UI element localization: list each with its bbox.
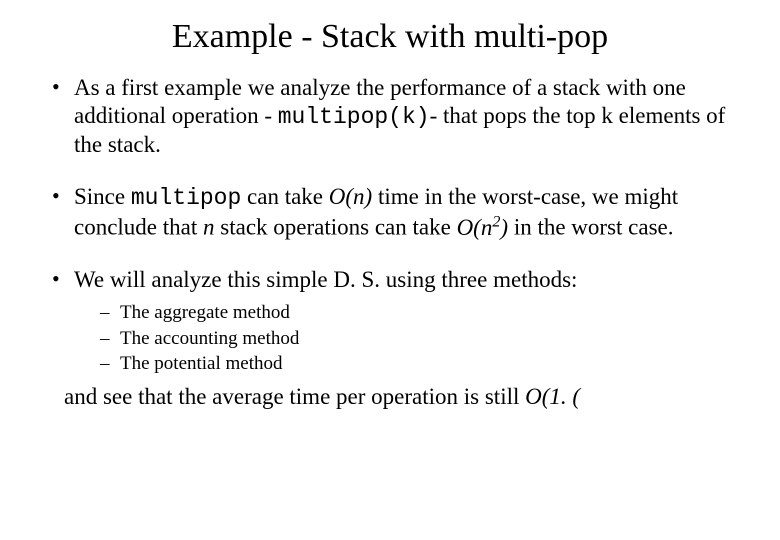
- closing-line: and see that the average time per operat…: [64, 383, 740, 411]
- text: Since: [74, 184, 131, 209]
- list-item: The accounting method: [100, 326, 730, 352]
- list-item: The potential method: [100, 351, 730, 377]
- bullet-3: We will analyze this simple D. S. using …: [50, 266, 730, 381]
- code: multipop(k): [278, 104, 430, 130]
- code: multipop: [131, 185, 241, 211]
- bullet-list: As a first example we analyze the perfor…: [40, 74, 740, 381]
- text: in the worst case.: [508, 215, 673, 240]
- text: stack operations can take: [215, 215, 457, 240]
- text: can take: [241, 184, 328, 209]
- big-o-1: O(1. (: [525, 384, 580, 409]
- slide: Example - Stack with multi-pop As a firs…: [0, 0, 780, 411]
- list-item: The aggregate method: [100, 300, 730, 326]
- text: and see that the average time per operat…: [64, 384, 525, 409]
- text: We will analyze this simple D. S. using …: [74, 267, 577, 292]
- big-o-n: O(n): [329, 184, 372, 209]
- bullet-2: Since multipop can take O(n) time in the…: [50, 183, 730, 242]
- var-n: n: [203, 215, 215, 240]
- slide-title: Example - Stack with multi-pop: [40, 18, 740, 56]
- bullet-1: As a first example we analyze the perfor…: [50, 74, 730, 159]
- sub-list: The aggregate method The accounting meth…: [74, 294, 730, 381]
- big-o-n2: O(n2): [457, 215, 509, 240]
